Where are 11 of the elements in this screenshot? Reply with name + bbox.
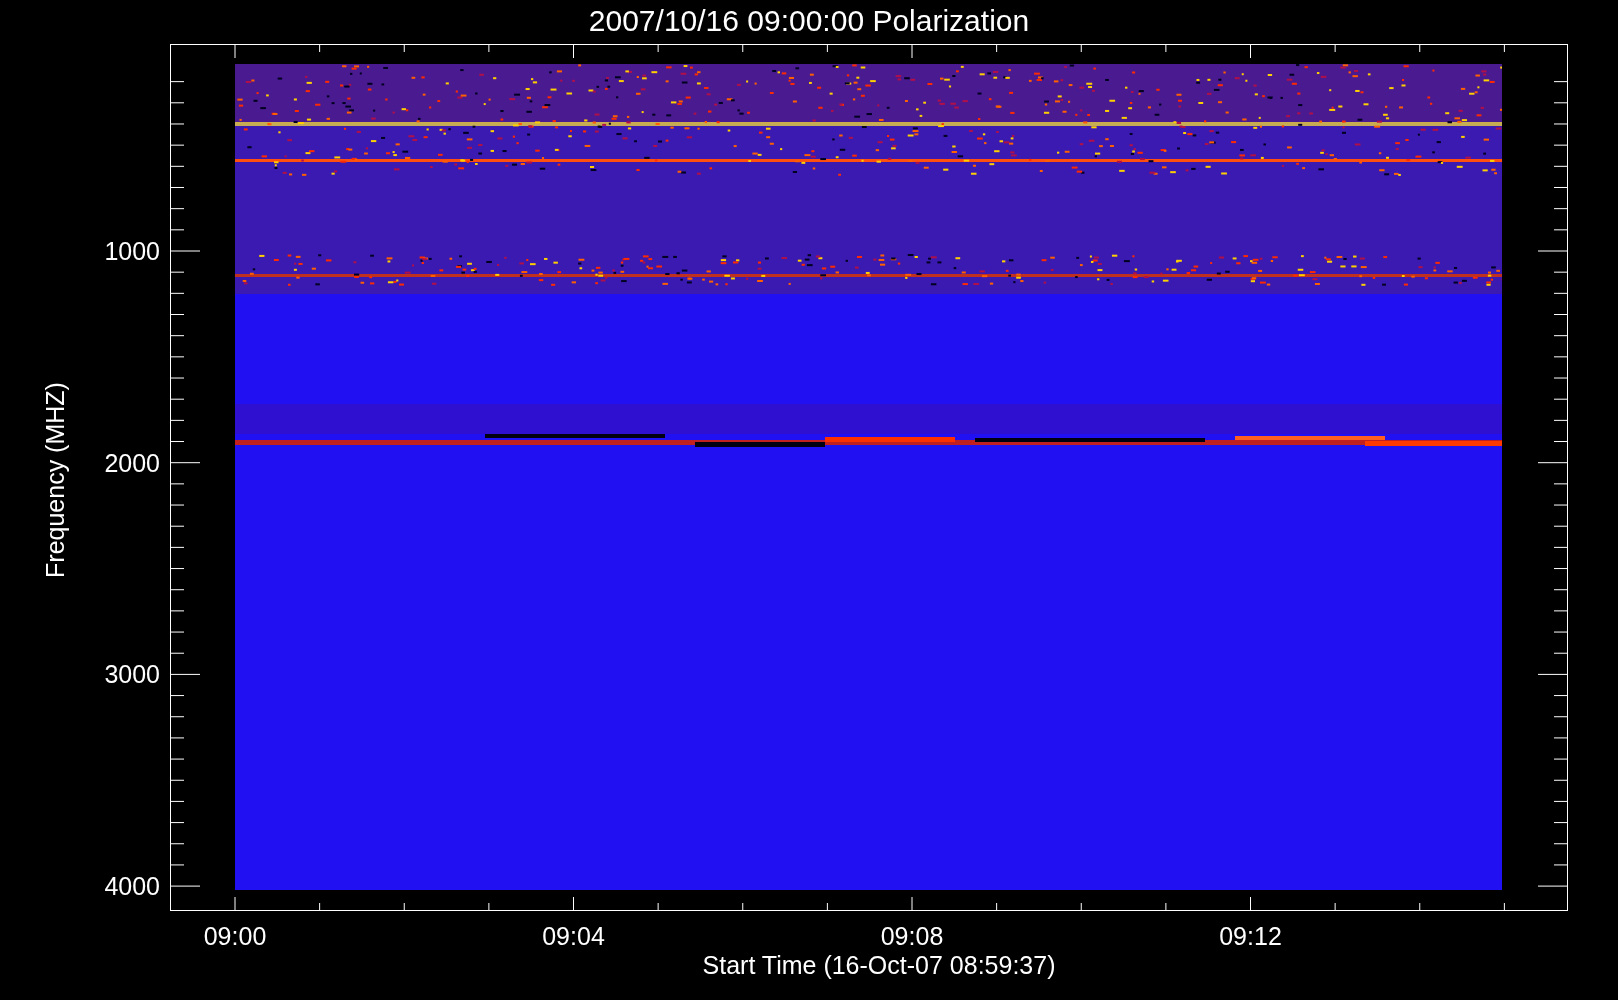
x-axis-title: Start Time (16-Oct-07 08:59:37) xyxy=(702,950,1056,980)
x-tick-label: 09:08 xyxy=(879,921,945,951)
x-tick-label: 09:04 xyxy=(541,921,606,951)
y-axis-title: Frequency (MHZ) xyxy=(40,382,70,578)
y-tick-label: 3000 xyxy=(103,659,160,690)
x-tick-label: 09:12 xyxy=(1218,921,1283,951)
y-tick-label: 2000 xyxy=(103,447,160,478)
chart-title: 2007/10/16 09:00:00 Polarization xyxy=(588,3,1030,39)
x-tick-label: 09:00 xyxy=(202,921,268,951)
y-tick-label: 4000 xyxy=(103,871,160,902)
y-tick-label: 1000 xyxy=(103,236,160,266)
